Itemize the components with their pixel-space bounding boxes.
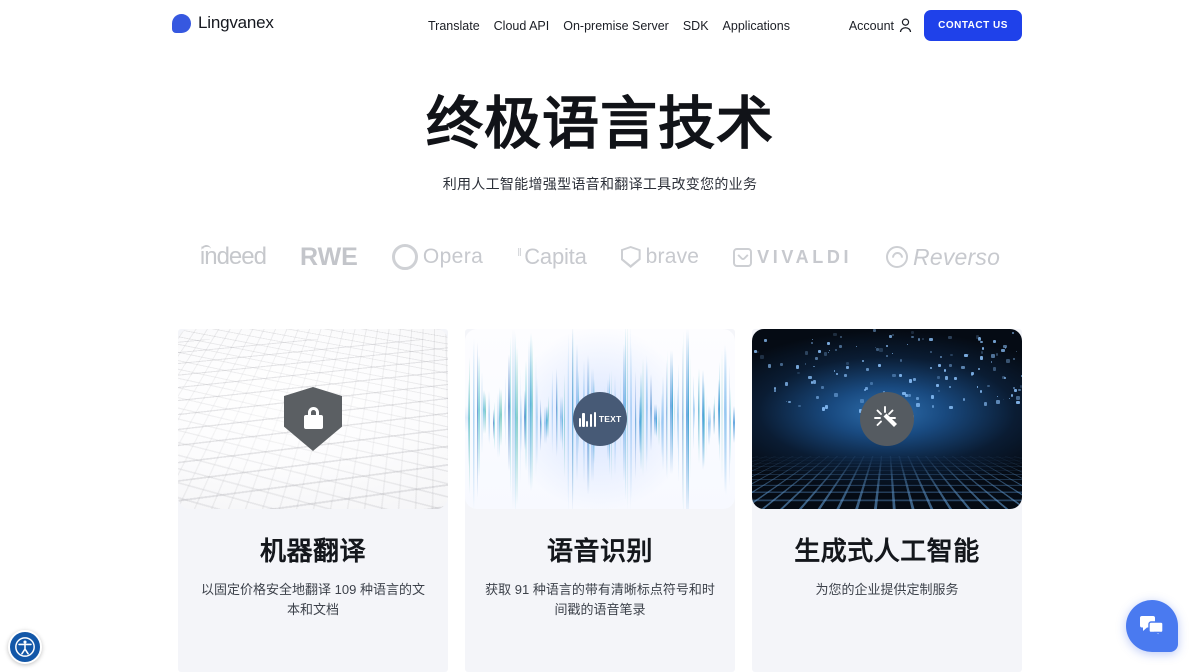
feature-card-generative-ai[interactable]: 生成式人工智能 为您的企业提供定制服务	[752, 329, 1022, 672]
card-description: 为您的企业提供定制服务	[815, 582, 959, 597]
logo-reverso-label: Reverso	[913, 243, 1001, 270]
card-image-data-texture	[178, 329, 448, 509]
nav-item-sdk[interactable]: SDK	[683, 19, 709, 33]
brand-logo[interactable]: Lingvanex	[172, 13, 274, 33]
page-root: Lingvanex Translate Cloud API On-premise…	[0, 0, 1200, 672]
brand-name: Lingvanex	[198, 13, 274, 32]
shield-lock-icon	[284, 387, 342, 451]
site-header: Lingvanex Translate Cloud API On-premise…	[0, 0, 1200, 52]
chat-widget-button[interactable]	[1126, 600, 1178, 652]
page-title: 终极语言技术	[426, 92, 774, 156]
magic-wand-icon	[860, 392, 914, 446]
logo-reverso: Reverso	[886, 240, 1000, 274]
feature-cards: 机器翻译 以固定价格安全地翻译 109 种语言的文本和文档 TEXT 语音识别 …	[178, 329, 1022, 672]
nav-item-cloud-api[interactable]: Cloud API	[494, 19, 550, 33]
card-description: 以固定价格安全地翻译 109 种语言的文本和文档	[201, 582, 425, 617]
logo-rwe: RWE	[300, 240, 358, 274]
account-link[interactable]: Account	[849, 18, 912, 33]
logo-rwe-label: RWE	[299, 242, 358, 271]
equalizer-bars-icon	[578, 411, 596, 427]
card-title: 生成式人工智能	[794, 536, 980, 566]
lingvanex-droplet-icon	[172, 13, 191, 33]
contact-us-button[interactable]: CONTACT US	[924, 10, 1022, 41]
chat-bubble-icon	[1140, 616, 1164, 637]
hero-subtitle: 利用人工智能增强型语音和翻译工具改变您的业务	[442, 176, 758, 192]
feature-card-machine-translation[interactable]: 机器翻译 以固定价格安全地翻译 109 种语言的文本和文档	[178, 329, 448, 672]
feature-card-speech-recognition[interactable]: TEXT 语音识别 获取 91 种语言的带有清晰标点符号和时间戳的语音笔录	[465, 329, 735, 672]
logo-indeed: indeed	[200, 240, 267, 274]
client-logo-strip: indeed RWE Opera ‖ Capita brave VIVALDI	[0, 240, 1200, 274]
user-icon	[899, 18, 912, 33]
logo-brave: brave	[620, 240, 700, 274]
reverso-circle-icon	[886, 246, 909, 268]
speech-to-text-icon: TEXT	[573, 392, 627, 446]
vivaldi-mark-icon	[733, 247, 753, 267]
card-title: 语音识别	[546, 536, 653, 566]
nav-item-translate[interactable]: Translate	[428, 19, 480, 33]
logo-capita: ‖ Capita	[517, 240, 587, 274]
nav-item-on-premise-server[interactable]: On-premise Server	[563, 19, 669, 33]
card-badge-label: TEXT	[598, 414, 622, 424]
account-label: Account	[848, 18, 894, 33]
logo-capita-label: Capita	[524, 244, 587, 269]
logo-opera-label: Opera	[422, 245, 484, 268]
capita-mark-icon: ‖	[517, 247, 522, 259]
accessibility-icon	[15, 637, 35, 657]
logo-brave-label: brave	[645, 245, 700, 268]
card-title: 机器翻译	[259, 536, 366, 566]
opera-ring-icon	[391, 244, 418, 270]
card-image-audio-waveform: TEXT	[465, 329, 735, 509]
card-description: 获取 91 种语言的带有清晰标点符号和时间戳的语音笔录	[485, 582, 715, 617]
logo-vivaldi-label: VIVALDI	[757, 246, 853, 267]
hero-section: 终极语言技术 利用人工智能增强型语音和翻译工具改变您的业务	[0, 86, 1200, 194]
accessibility-widget-button[interactable]	[8, 630, 42, 664]
logo-opera: Opera	[391, 240, 484, 274]
nav-item-applications[interactable]: Applications	[723, 19, 790, 33]
main-nav: Translate Cloud API On-premise Server SD…	[428, 19, 790, 33]
card-image-digital-grid	[752, 329, 1022, 509]
brave-shield-icon	[620, 246, 641, 268]
logo-vivaldi: VIVALDI	[733, 240, 852, 274]
